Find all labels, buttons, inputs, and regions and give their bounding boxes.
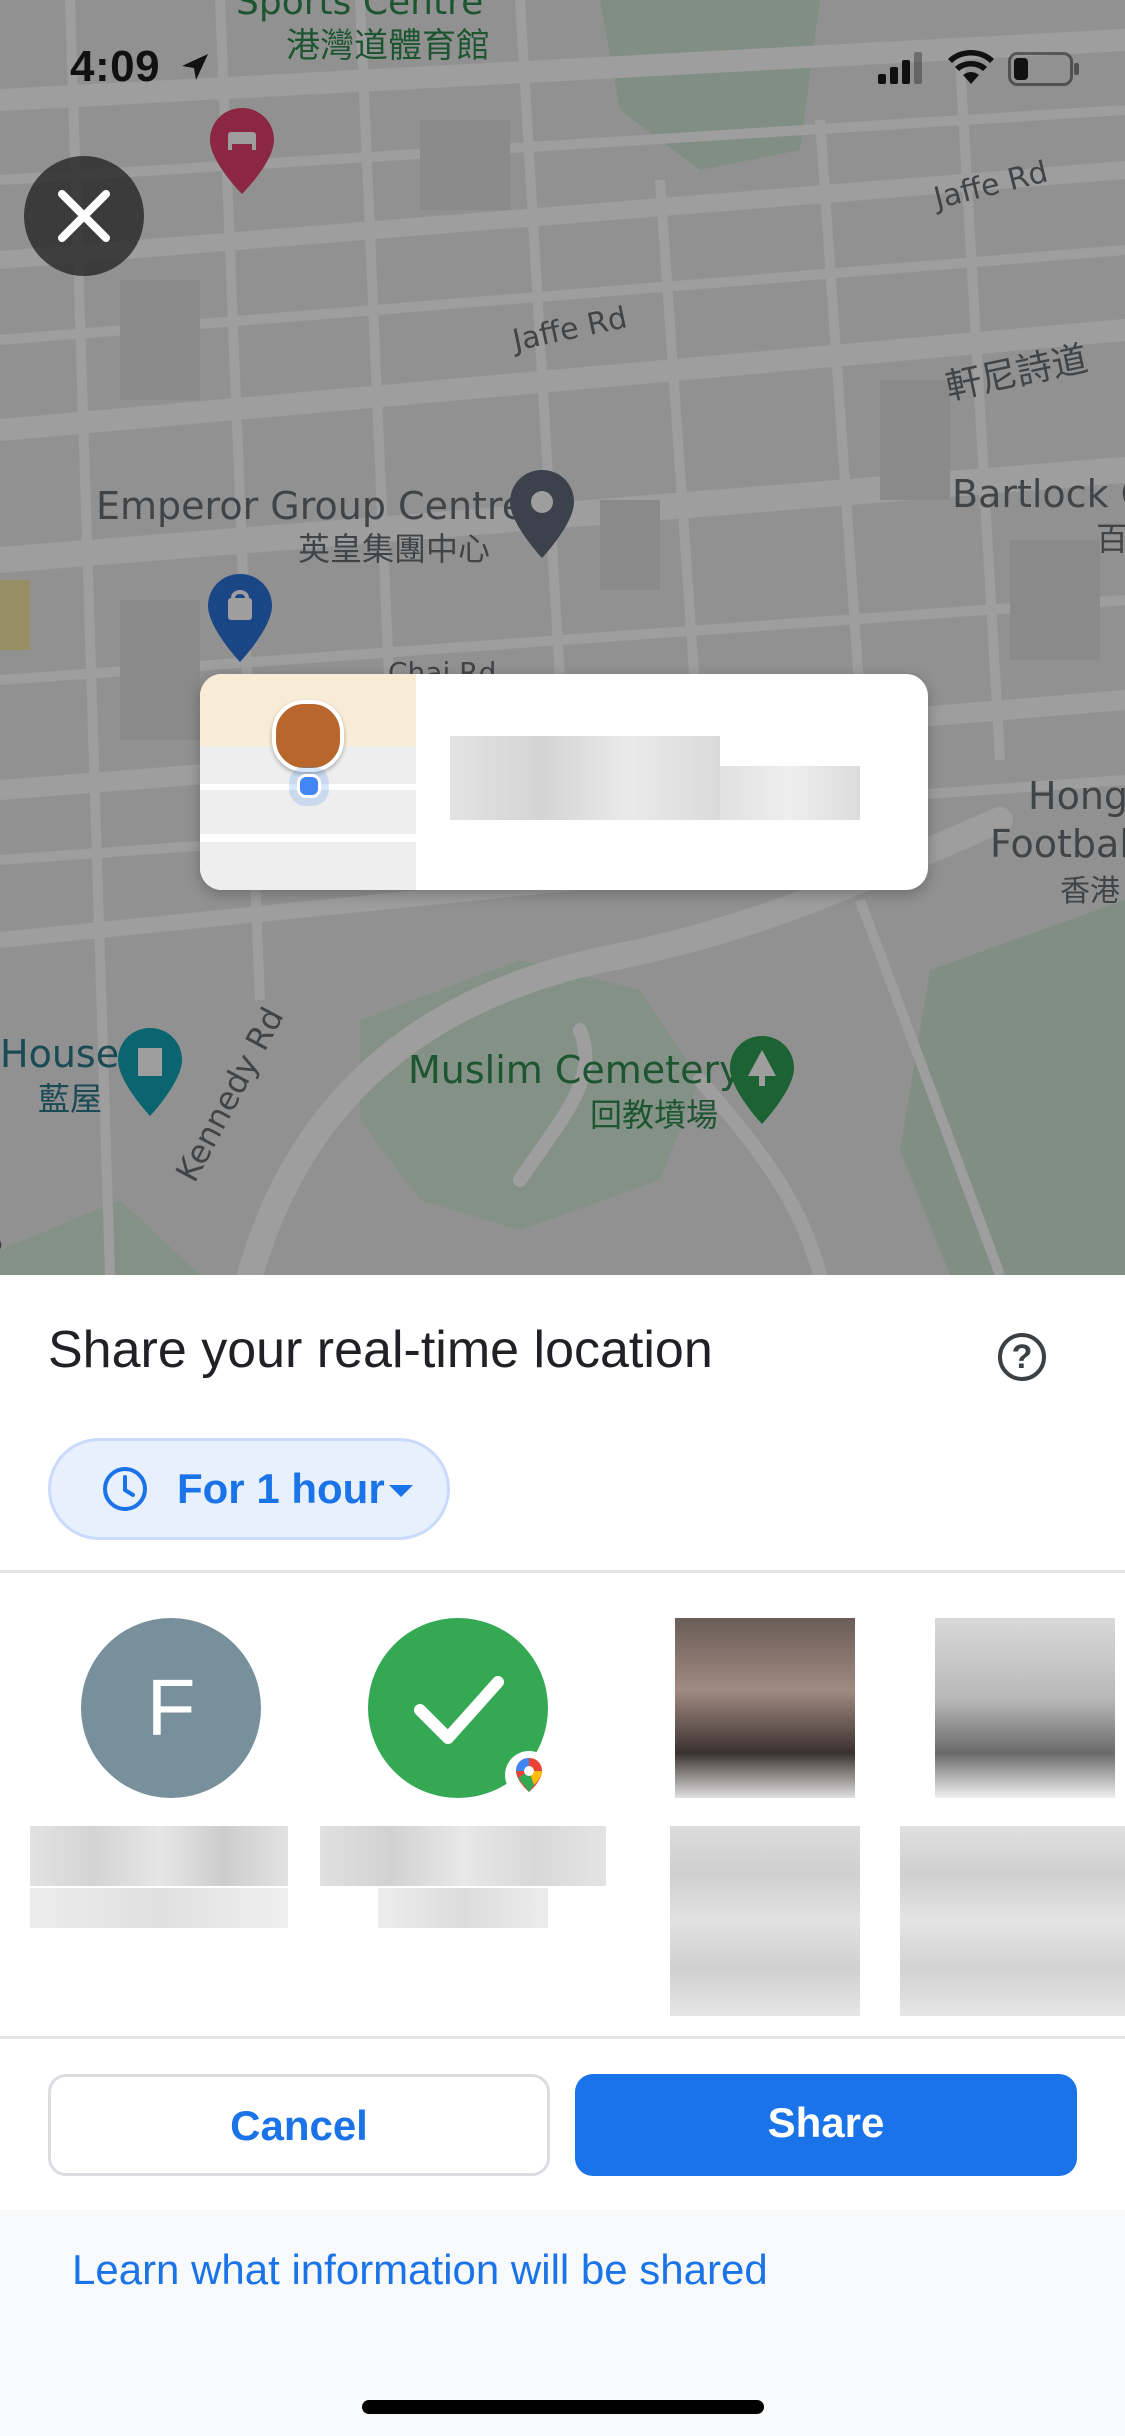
contact-item[interactable]: [640, 1618, 900, 2018]
avatar: [272, 700, 344, 772]
divider: [0, 2036, 1125, 2039]
close-button[interactable]: [24, 156, 144, 276]
blurred-contact-name: [670, 1826, 860, 2016]
blurred-contact-name: [900, 1826, 1125, 2016]
blurred-detail: [720, 766, 860, 820]
location-arrow-icon: [182, 54, 208, 80]
status-time: 4:09: [70, 42, 161, 91]
clock-icon: [103, 1467, 147, 1511]
contact-photo-blurred: [675, 1618, 855, 1798]
chevron-down-icon: [389, 1485, 413, 1497]
battery-icon: [1008, 52, 1079, 86]
sheet-title: Share your real-time location: [48, 1321, 713, 1379]
duration-label: For 1 hour: [177, 1465, 385, 1512]
map-dim-overlay: [0, 0, 1125, 1275]
contact-item[interactable]: F: [30, 1618, 290, 2018]
wifi-icon: [948, 50, 994, 84]
contact-item[interactable]: [900, 1618, 1125, 2018]
contact-initial: F: [146, 1663, 196, 1752]
cancel-button[interactable]: Cancel: [48, 2074, 550, 2176]
learn-more-link[interactable]: Learn what information will be shared: [72, 2246, 768, 2294]
current-location-dot: [297, 774, 321, 798]
contact-avatar: F: [81, 1618, 261, 1798]
home-indicator[interactable]: [362, 2400, 764, 2414]
close-icon: [58, 190, 110, 242]
help-icon: ?: [1011, 1338, 1033, 1376]
contact-item-selected[interactable]: [318, 1618, 608, 2018]
contact-photo-blurred: [935, 1618, 1115, 1798]
status-bar: 4:09: [0, 0, 1125, 130]
share-button[interactable]: Share: [575, 2074, 1077, 2176]
location-preview-card: [200, 674, 928, 890]
blurred-contact-name: [30, 1826, 288, 1886]
blurred-name: [450, 736, 720, 820]
map-view[interactable]: Sports Centre 港灣道體育館 Jaffe Rd Jaffe Rd 軒…: [0, 0, 1125, 1275]
blurred-contact-name: [320, 1826, 606, 1886]
blurred-contact-detail: [378, 1888, 548, 1928]
mini-map: [200, 674, 416, 890]
duration-chip[interactable]: For 1 hour: [48, 1438, 450, 1540]
google-maps-badge-icon: [505, 1751, 553, 1799]
divider: [0, 1570, 1125, 1573]
blurred-contact-detail: [30, 1888, 288, 1928]
help-button[interactable]: ?: [998, 1333, 1046, 1381]
signal-icon: [878, 52, 922, 84]
